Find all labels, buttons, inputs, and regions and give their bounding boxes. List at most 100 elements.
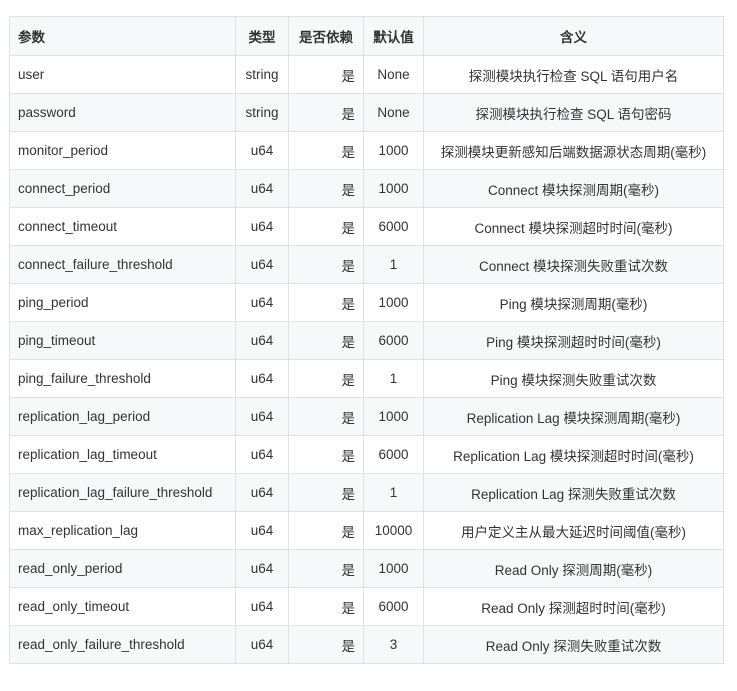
header-required: 是否依赖 — [288, 16, 364, 56]
cell-default: 1000 — [363, 283, 424, 322]
cell-desc: Replication Lag 模块探测周期(毫秒) — [423, 397, 724, 436]
cell-desc: Connect 模块探测失败重试次数 — [423, 245, 724, 284]
cell-type: string — [235, 93, 289, 132]
cell-param: user — [9, 55, 236, 94]
cell-required: 是 — [288, 169, 364, 208]
cell-param: ping_timeout — [9, 321, 236, 360]
cell-type: u64 — [235, 473, 289, 512]
cell-desc: Read Only 探测超时时间(毫秒) — [423, 587, 724, 626]
cell-type: string — [235, 55, 289, 94]
cell-type: u64 — [235, 245, 289, 284]
cell-required: 是 — [288, 587, 364, 626]
cell-type: u64 — [235, 207, 289, 246]
cell-required: 是 — [288, 93, 364, 132]
cell-desc: Connect 模块探测周期(毫秒) — [423, 169, 724, 208]
cell-required: 是 — [288, 359, 364, 398]
cell-type: u64 — [235, 321, 289, 360]
cell-required: 是 — [288, 625, 364, 664]
cell-default: None — [363, 55, 424, 94]
cell-param: connect_period — [9, 169, 236, 208]
cell-desc: Replication Lag 探测失败重试次数 — [423, 473, 724, 512]
cell-desc: Connect 模块探测超时时间(毫秒) — [423, 207, 724, 246]
cell-desc: Read Only 探测周期(毫秒) — [423, 549, 724, 588]
cell-type: u64 — [235, 397, 289, 436]
cell-param: max_replication_lag — [9, 511, 236, 550]
cell-param: password — [9, 93, 236, 132]
table-row: read_only_period u64 是 1000 Read Only 探测周期(毫… — [9, 549, 724, 588]
table-row: replication_lag_timeout u64 是 6000 Replicati… — [9, 435, 724, 474]
cell-default: 6000 — [363, 587, 424, 626]
parameter-table-container: 参数 类型 是否依赖 默认值 含义 user string 是 None 探测模块执行检… — [9, 16, 724, 664]
cell-required: 是 — [288, 435, 364, 474]
parameter-table: 参数 类型 是否依赖 默认值 含义 user string 是 None 探测模块执行检… — [9, 16, 724, 664]
cell-param: ping_failure_threshold — [9, 359, 236, 398]
cell-desc: Read Only 探测失败重试次数 — [423, 625, 724, 664]
table-row: password string 是 None 探测模块执行检查 SQL 语句密码 — [9, 93, 724, 132]
cell-required: 是 — [288, 473, 364, 512]
cell-param: read_only_timeout — [9, 587, 236, 626]
table-row: read_only_timeout u64 是 6000 Read Only 探测超时时… — [9, 587, 724, 626]
cell-param: read_only_failure_threshold — [9, 625, 236, 664]
cell-desc: Ping 模块探测超时时间(毫秒) — [423, 321, 724, 360]
table-body: user string 是 None 探测模块执行检查 SQL 语句用户名 passwor… — [9, 55, 724, 664]
cell-default: 1000 — [363, 397, 424, 436]
cell-required: 是 — [288, 131, 364, 170]
header-desc: 含义 — [423, 16, 724, 56]
cell-required: 是 — [288, 397, 364, 436]
table-row: replication_lag_failure_threshold u64 是 1 Re… — [9, 473, 724, 512]
cell-type: u64 — [235, 549, 289, 588]
cell-default: 1 — [363, 473, 424, 512]
table-row: ping_failure_threshold u64 是 1 Ping 模块探测失败重试… — [9, 359, 724, 398]
table-row: connect_failure_threshold u64 是 1 Connect 模块… — [9, 245, 724, 284]
cell-default: 1 — [363, 359, 424, 398]
cell-default: 6000 — [363, 207, 424, 246]
cell-param: replication_lag_failure_threshold — [9, 473, 236, 512]
cell-required: 是 — [288, 321, 364, 360]
cell-required: 是 — [288, 511, 364, 550]
cell-default: 1000 — [363, 549, 424, 588]
cell-default: 1000 — [363, 169, 424, 208]
cell-required: 是 — [288, 207, 364, 246]
cell-param: replication_lag_timeout — [9, 435, 236, 474]
cell-param: read_only_period — [9, 549, 236, 588]
header-row: 参数 类型 是否依赖 默认值 含义 — [9, 16, 724, 56]
cell-required: 是 — [288, 245, 364, 284]
cell-default: 3 — [363, 625, 424, 664]
cell-param: connect_timeout — [9, 207, 236, 246]
table-row: read_only_failure_threshold u64 是 3 Read Onl… — [9, 625, 724, 664]
table-row: replication_lag_period u64 是 1000 Replicatio… — [9, 397, 724, 436]
table-row: connect_timeout u64 是 6000 Connect 模块探测超时时间(… — [9, 207, 724, 246]
cell-param: monitor_period — [9, 131, 236, 170]
cell-default: 6000 — [363, 435, 424, 474]
cell-type: u64 — [235, 511, 289, 550]
cell-desc: 用户定义主从最大延迟时间阈值(毫秒) — [423, 511, 724, 550]
cell-default: 1 — [363, 245, 424, 284]
table-row: monitor_period u64 是 1000 探测模块更新感知后端数据源状态周期(… — [9, 131, 724, 170]
cell-default: 6000 — [363, 321, 424, 360]
cell-param: ping_period — [9, 283, 236, 322]
table-row: connect_period u64 是 1000 Connect 模块探测周期(毫秒) — [9, 169, 724, 208]
cell-desc: Ping 模块探测失败重试次数 — [423, 359, 724, 398]
cell-desc: 探测模块执行检查 SQL 语句密码 — [423, 93, 724, 132]
cell-type: u64 — [235, 625, 289, 664]
cell-desc: 探测模块更新感知后端数据源状态周期(毫秒) — [423, 131, 724, 170]
cell-type: u64 — [235, 169, 289, 208]
cell-desc: Replication Lag 模块探测超时时间(毫秒) — [423, 435, 724, 474]
cell-desc: 探测模块执行检查 SQL 语句用户名 — [423, 55, 724, 94]
header-type: 类型 — [235, 16, 289, 56]
cell-type: u64 — [235, 359, 289, 398]
header-param: 参数 — [9, 16, 236, 56]
cell-default: 1000 — [363, 131, 424, 170]
cell-default: 10000 — [363, 511, 424, 550]
cell-default: None — [363, 93, 424, 132]
cell-required: 是 — [288, 55, 364, 94]
cell-type: u64 — [235, 587, 289, 626]
cell-type: u64 — [235, 283, 289, 322]
table-row: ping_timeout u64 是 6000 Ping 模块探测超时时间(毫秒) — [9, 321, 724, 360]
header-default: 默认值 — [363, 16, 424, 56]
cell-required: 是 — [288, 283, 364, 322]
table-row: ping_period u64 是 1000 Ping 模块探测周期(毫秒) — [9, 283, 724, 322]
table-row: max_replication_lag u64 是 10000 用户定义主从最大延迟时间… — [9, 511, 724, 550]
cell-param: replication_lag_period — [9, 397, 236, 436]
cell-type: u64 — [235, 435, 289, 474]
